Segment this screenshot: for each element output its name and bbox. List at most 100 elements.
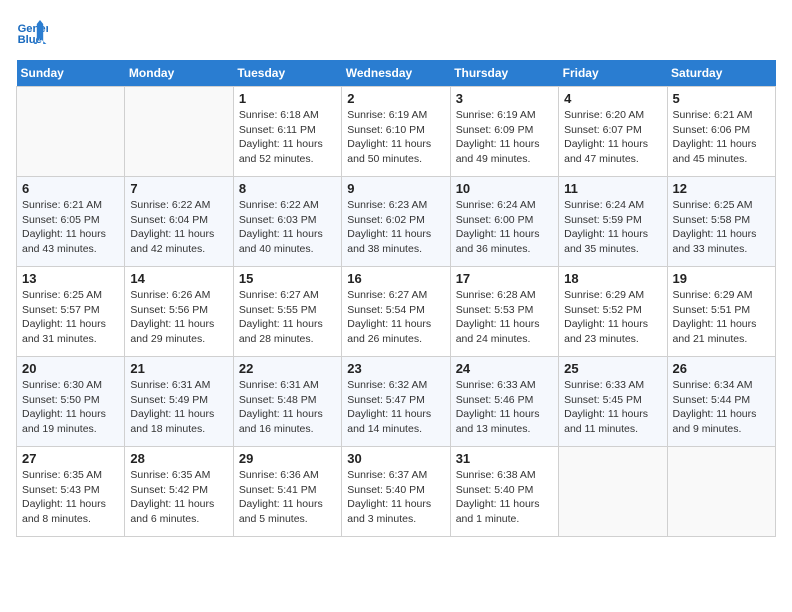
day-number: 7 [130,181,227,196]
day-info: Sunrise: 6:23 AMSunset: 6:02 PMDaylight:… [347,198,444,257]
day-info: Sunrise: 6:20 AMSunset: 6:07 PMDaylight:… [564,108,661,167]
day-info: Sunrise: 6:37 AMSunset: 5:40 PMDaylight:… [347,468,444,527]
day-info: Sunrise: 6:33 AMSunset: 5:46 PMDaylight:… [456,378,553,437]
calendar-cell: 19 Sunrise: 6:29 AMSunset: 5:51 PMDayligh… [667,267,775,357]
day-info: Sunrise: 6:32 AMSunset: 5:47 PMDaylight:… [347,378,444,437]
day-number: 13 [22,271,119,286]
day-info: Sunrise: 6:21 AMSunset: 6:06 PMDaylight:… [673,108,770,167]
day-info: Sunrise: 6:24 AMSunset: 6:00 PMDaylight:… [456,198,553,257]
calendar-cell: 12 Sunrise: 6:25 AMSunset: 5:58 PMDayligh… [667,177,775,267]
calendar-cell: 25 Sunrise: 6:33 AMSunset: 5:45 PMDayligh… [559,357,667,447]
day-info: Sunrise: 6:22 AMSunset: 6:04 PMDaylight:… [130,198,227,257]
day-number: 22 [239,361,336,376]
day-number: 15 [239,271,336,286]
calendar-cell: 1 Sunrise: 6:18 AMSunset: 6:11 PMDaylight… [233,87,341,177]
calendar-cell: 27 Sunrise: 6:35 AMSunset: 5:43 PMDayligh… [17,447,125,537]
calendar-cell [667,447,775,537]
day-info: Sunrise: 6:28 AMSunset: 5:53 PMDaylight:… [456,288,553,347]
day-info: Sunrise: 6:19 AMSunset: 6:09 PMDaylight:… [456,108,553,167]
day-info: Sunrise: 6:36 AMSunset: 5:41 PMDaylight:… [239,468,336,527]
day-number: 2 [347,91,444,106]
day-info: Sunrise: 6:21 AMSunset: 6:05 PMDaylight:… [22,198,119,257]
calendar-cell [17,87,125,177]
weekday-header-tuesday: Tuesday [233,60,341,87]
calendar-table: SundayMondayTuesdayWednesdayThursdayFrid… [16,60,776,537]
calendar-cell: 4 Sunrise: 6:20 AMSunset: 6:07 PMDaylight… [559,87,667,177]
calendar-cell: 24 Sunrise: 6:33 AMSunset: 5:46 PMDayligh… [450,357,558,447]
day-number: 16 [347,271,444,286]
calendar-cell: 23 Sunrise: 6:32 AMSunset: 5:47 PMDayligh… [342,357,450,447]
day-number: 29 [239,451,336,466]
calendar-cell: 26 Sunrise: 6:34 AMSunset: 5:44 PMDayligh… [667,357,775,447]
logo: General Blue [16,16,52,48]
logo-icon: General Blue [16,16,48,48]
day-info: Sunrise: 6:33 AMSunset: 5:45 PMDaylight:… [564,378,661,437]
day-info: Sunrise: 6:24 AMSunset: 5:59 PMDaylight:… [564,198,661,257]
calendar-cell: 17 Sunrise: 6:28 AMSunset: 5:53 PMDayligh… [450,267,558,357]
day-number: 8 [239,181,336,196]
calendar-cell: 6Sunrise: 6:21 AMSunset: 6:05 PMDaylight… [17,177,125,267]
calendar-cell: 20 Sunrise: 6:30 AMSunset: 5:50 PMDayligh… [17,357,125,447]
svg-text:General: General [18,23,48,35]
day-info: Sunrise: 6:27 AMSunset: 5:55 PMDaylight:… [239,288,336,347]
calendar-cell: 13Sunrise: 6:25 AMSunset: 5:57 PMDayligh… [17,267,125,357]
day-number: 1 [239,91,336,106]
page-header: General Blue [16,16,776,48]
day-number: 30 [347,451,444,466]
day-info: Sunrise: 6:31 AMSunset: 5:49 PMDaylight:… [130,378,227,437]
day-number: 9 [347,181,444,196]
day-info: Sunrise: 6:22 AMSunset: 6:03 PMDaylight:… [239,198,336,257]
weekday-header-saturday: Saturday [667,60,775,87]
day-info: Sunrise: 6:18 AMSunset: 6:11 PMDaylight:… [239,108,336,167]
day-info: Sunrise: 6:26 AMSunset: 5:56 PMDaylight:… [130,288,227,347]
day-number: 23 [347,361,444,376]
calendar-cell: 8 Sunrise: 6:22 AMSunset: 6:03 PMDaylight… [233,177,341,267]
day-number: 10 [456,181,553,196]
day-info: Sunrise: 6:31 AMSunset: 5:48 PMDaylight:… [239,378,336,437]
day-number: 12 [673,181,770,196]
calendar-cell: 21Sunrise: 6:31 AMSunset: 5:49 PMDayligh… [125,357,233,447]
weekday-header-thursday: Thursday [450,60,558,87]
day-number: 25 [564,361,661,376]
weekday-header-sunday: Sunday [17,60,125,87]
calendar-cell: 16 Sunrise: 6:27 AMSunset: 5:54 PMDayligh… [342,267,450,357]
weekday-header-wednesday: Wednesday [342,60,450,87]
day-number: 19 [673,271,770,286]
calendar-cell: 9 Sunrise: 6:23 AMSunset: 6:02 PMDaylight… [342,177,450,267]
day-number: 11 [564,181,661,196]
day-info: Sunrise: 6:30 AMSunset: 5:50 PMDaylight:… [22,378,119,437]
day-info: Sunrise: 6:29 AMSunset: 5:51 PMDaylight:… [673,288,770,347]
day-info: Sunrise: 6:29 AMSunset: 5:52 PMDaylight:… [564,288,661,347]
day-number: 18 [564,271,661,286]
calendar-cell: 18 Sunrise: 6:29 AMSunset: 5:52 PMDayligh… [559,267,667,357]
day-info: Sunrise: 6:35 AMSunset: 5:43 PMDaylight:… [22,468,119,527]
day-number: 24 [456,361,553,376]
day-number: 27 [22,451,119,466]
calendar-cell: 5 Sunrise: 6:21 AMSunset: 6:06 PMDaylight… [667,87,775,177]
calendar-cell [559,447,667,537]
day-number: 28 [130,451,227,466]
calendar-cell: 28 Sunrise: 6:35 AMSunset: 5:42 PMDayligh… [125,447,233,537]
day-info: Sunrise: 6:35 AMSunset: 5:42 PMDaylight:… [130,468,227,527]
day-info: Sunrise: 6:25 AMSunset: 5:58 PMDaylight:… [673,198,770,257]
day-info: Sunrise: 6:34 AMSunset: 5:44 PMDaylight:… [673,378,770,437]
calendar-cell: 30 Sunrise: 6:37 AMSunset: 5:40 PMDayligh… [342,447,450,537]
calendar-cell: 22 Sunrise: 6:31 AMSunset: 5:48 PMDayligh… [233,357,341,447]
day-number: 4 [564,91,661,106]
day-info: Sunrise: 6:19 AMSunset: 6:10 PMDaylight:… [347,108,444,167]
day-number: 20 [22,361,119,376]
calendar-cell: 11 Sunrise: 6:24 AMSunset: 5:59 PMDayligh… [559,177,667,267]
weekday-header-monday: Monday [125,60,233,87]
calendar-cell: 14 Sunrise: 6:26 AMSunset: 5:56 PMDayligh… [125,267,233,357]
calendar-cell: 31Sunrise: 6:38 AMSunset: 5:40 PMDayligh… [450,447,558,537]
day-number: 14 [130,271,227,286]
day-number: 26 [673,361,770,376]
day-number: 31 [456,451,553,466]
calendar-cell: 29 Sunrise: 6:36 AMSunset: 5:41 PMDayligh… [233,447,341,537]
day-info: Sunrise: 6:27 AMSunset: 5:54 PMDaylight:… [347,288,444,347]
day-number: 17 [456,271,553,286]
day-number: 3 [456,91,553,106]
calendar-cell: 10 Sunrise: 6:24 AMSunset: 6:00 PMDayligh… [450,177,558,267]
calendar-cell [125,87,233,177]
day-number: 5 [673,91,770,106]
